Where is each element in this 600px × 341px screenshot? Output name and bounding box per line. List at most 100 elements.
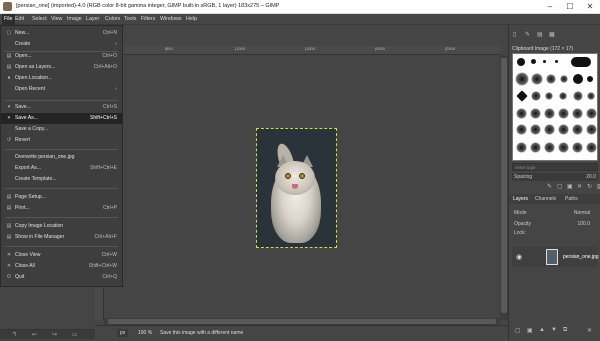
brush-preset[interactable] — [516, 142, 527, 153]
menu-item-copy-image-location[interactable]: ▤ Copy Image Location — [1, 221, 122, 232]
duplicate-brush-icon[interactable]: ▣ — [567, 183, 573, 190]
tag-input[interactable]: enter tags — [512, 163, 598, 171]
menu-select[interactable]: Select — [30, 14, 49, 25]
brush-preset[interactable] — [555, 60, 558, 63]
tab-paths[interactable]: Paths — [565, 196, 578, 202]
menu-view[interactable]: View — [49, 14, 64, 25]
menu-item-open[interactable]: ▤ Open... Ctrl+O — [1, 51, 122, 62]
eye-icon[interactable]: ◉ — [516, 253, 522, 261]
brush-preset[interactable] — [558, 124, 569, 135]
brush-preset[interactable] — [545, 92, 553, 100]
raise-layer-icon[interactable]: ▲ — [539, 327, 545, 333]
menu-item-export-as[interactable]: Export As... Shift+Ctrl+E — [1, 163, 122, 174]
mode-row[interactable]: Mode Normal — [512, 209, 598, 218]
brush-preset[interactable] — [571, 57, 591, 67]
menu-layer[interactable]: Layer — [84, 14, 101, 25]
delete-layer-icon[interactable]: ✕ — [587, 327, 592, 334]
maximize-button[interactable]: ☐ — [560, 0, 580, 14]
undo-history-icon[interactable]: ↰ — [12, 331, 17, 338]
scrollbar-thumb[interactable] — [501, 58, 507, 313]
opacity-value[interactable]: 100.0 — [577, 221, 590, 227]
pencil-icon[interactable]: ✎ — [525, 31, 530, 38]
menu-item-overwrite[interactable]: Overwrite persian_one.jpg — [1, 152, 122, 163]
brush-preset[interactable] — [573, 74, 583, 84]
brush-icon[interactable]: ▯ — [513, 31, 516, 38]
refresh-brush-icon[interactable]: ↻ — [587, 183, 592, 190]
brush-preset[interactable] — [560, 75, 568, 83]
brush-preset[interactable] — [531, 91, 541, 101]
brush-preset[interactable] — [516, 90, 528, 102]
brush-preset[interactable] — [587, 92, 595, 100]
edit-brush-icon[interactable]: ✎ — [547, 183, 552, 190]
menu-item-quit[interactable]: ⏻ Quit Ctrl+Q — [1, 272, 122, 283]
brush-preset[interactable] — [573, 91, 583, 101]
menu-item-print[interactable]: ▤ Print... Ctrl+P — [1, 203, 122, 214]
brush-preset[interactable] — [530, 142, 541, 153]
brush-preset[interactable] — [558, 142, 569, 153]
redo-icon[interactable]: ↪ — [52, 331, 57, 338]
menu-colors[interactable]: Colors — [103, 14, 122, 25]
brush-preset[interactable] — [544, 142, 555, 153]
brush-preset[interactable] — [586, 124, 597, 135]
opacity-row[interactable]: Opacity 100.0 — [512, 220, 598, 229]
brush-preset[interactable] — [559, 92, 567, 100]
new-brush-icon[interactable]: ▢ — [557, 183, 563, 190]
menu-item-create[interactable]: Create › — [1, 39, 122, 50]
menu-item-page-setup[interactable]: ▤ Page Setup... — [1, 192, 122, 203]
horizontal-scrollbar[interactable] — [104, 318, 500, 325]
reset-icon[interactable]: ▭ — [72, 331, 78, 338]
brush-preset[interactable] — [572, 142, 583, 153]
brush-preset[interactable] — [543, 60, 546, 63]
brush-preset[interactable] — [586, 142, 597, 153]
menu-item-close-all[interactable]: ✕ Close All Shift+Ctrl+W — [1, 261, 122, 272]
menu-item-show-in-file-manager[interactable]: ▤ Show in File Manager Ctrl+Alt+F — [1, 232, 122, 243]
menu-filters[interactable]: Filters — [139, 14, 157, 25]
brush-preset[interactable] — [586, 108, 597, 119]
brush-preset[interactable] — [530, 124, 541, 135]
menu-item-create-template[interactable]: Create Template... — [1, 174, 122, 185]
brush-preset[interactable] — [530, 108, 541, 119]
menu-item-new[interactable]: ▢ New... Ctrl+N — [1, 28, 122, 39]
menu-item-save-copy[interactable]: Save a Copy... — [1, 124, 122, 135]
close-window-button[interactable]: ✕ — [580, 0, 600, 14]
menu-item-open-location[interactable]: ● Open Location... — [1, 73, 122, 84]
duplicate-layer-icon[interactable]: ⧉ — [563, 327, 567, 334]
menu-image[interactable]: Image — [65, 14, 84, 25]
pattern-icon[interactable]: ▤ — [537, 31, 543, 38]
image-canvas[interactable] — [256, 128, 337, 248]
brush-preset[interactable] — [531, 73, 543, 85]
brush-preset[interactable] — [515, 72, 529, 86]
brush-preset[interactable] — [531, 59, 536, 64]
brush-preset[interactable] — [544, 124, 555, 135]
new-layer-icon[interactable]: ▢ — [515, 327, 521, 334]
menu-edit[interactable]: Edit — [13, 14, 26, 25]
menu-windows[interactable]: Windows — [158, 14, 184, 25]
brush-grid[interactable] — [512, 53, 598, 161]
tab-layers[interactable]: Layers — [513, 196, 528, 202]
undo-icon[interactable]: ↩ — [32, 331, 37, 338]
delete-brush-icon[interactable]: ✕ — [577, 183, 582, 190]
brush-preset[interactable] — [544, 108, 555, 119]
menu-item-save-as[interactable]: ▾ Save As... Shift+Ctrl+S — [1, 113, 122, 124]
layer-item[interactable]: ◉ persian_one.jpg — [512, 247, 599, 267]
unit-select[interactable]: px — [117, 329, 129, 337]
mode-select[interactable]: Normal — [574, 210, 590, 216]
menu-item-open-as-layers[interactable]: ▤ Open as Layers... Ctrl+Alt+O — [1, 62, 122, 73]
brush-preset[interactable] — [587, 76, 593, 82]
brush-preset[interactable] — [517, 58, 525, 66]
scrollbar-thumb[interactable] — [108, 319, 496, 324]
menu-item-save[interactable]: ▾ Save... Ctrl+S — [1, 102, 122, 113]
tab-channels[interactable]: Channels — [535, 196, 556, 202]
menu-help[interactable]: Help — [184, 14, 199, 25]
menu-tools[interactable]: Tools — [122, 14, 138, 25]
minimize-button[interactable]: – — [540, 0, 560, 14]
brush-preset[interactable] — [546, 74, 556, 84]
menu-item-revert[interactable]: ↺ Revert — [1, 135, 122, 146]
zoom-select[interactable]: 100 % — [138, 329, 152, 337]
spacing-slider[interactable]: Spacing 20.0 — [512, 173, 598, 181]
layer-name[interactable]: persian_one.jpg — [563, 254, 599, 260]
new-group-icon[interactable]: ▣ — [527, 327, 533, 334]
brush-preset[interactable] — [516, 124, 527, 135]
brush-preset[interactable] — [516, 108, 527, 119]
gradient-icon[interactable]: ▦ — [549, 31, 555, 38]
